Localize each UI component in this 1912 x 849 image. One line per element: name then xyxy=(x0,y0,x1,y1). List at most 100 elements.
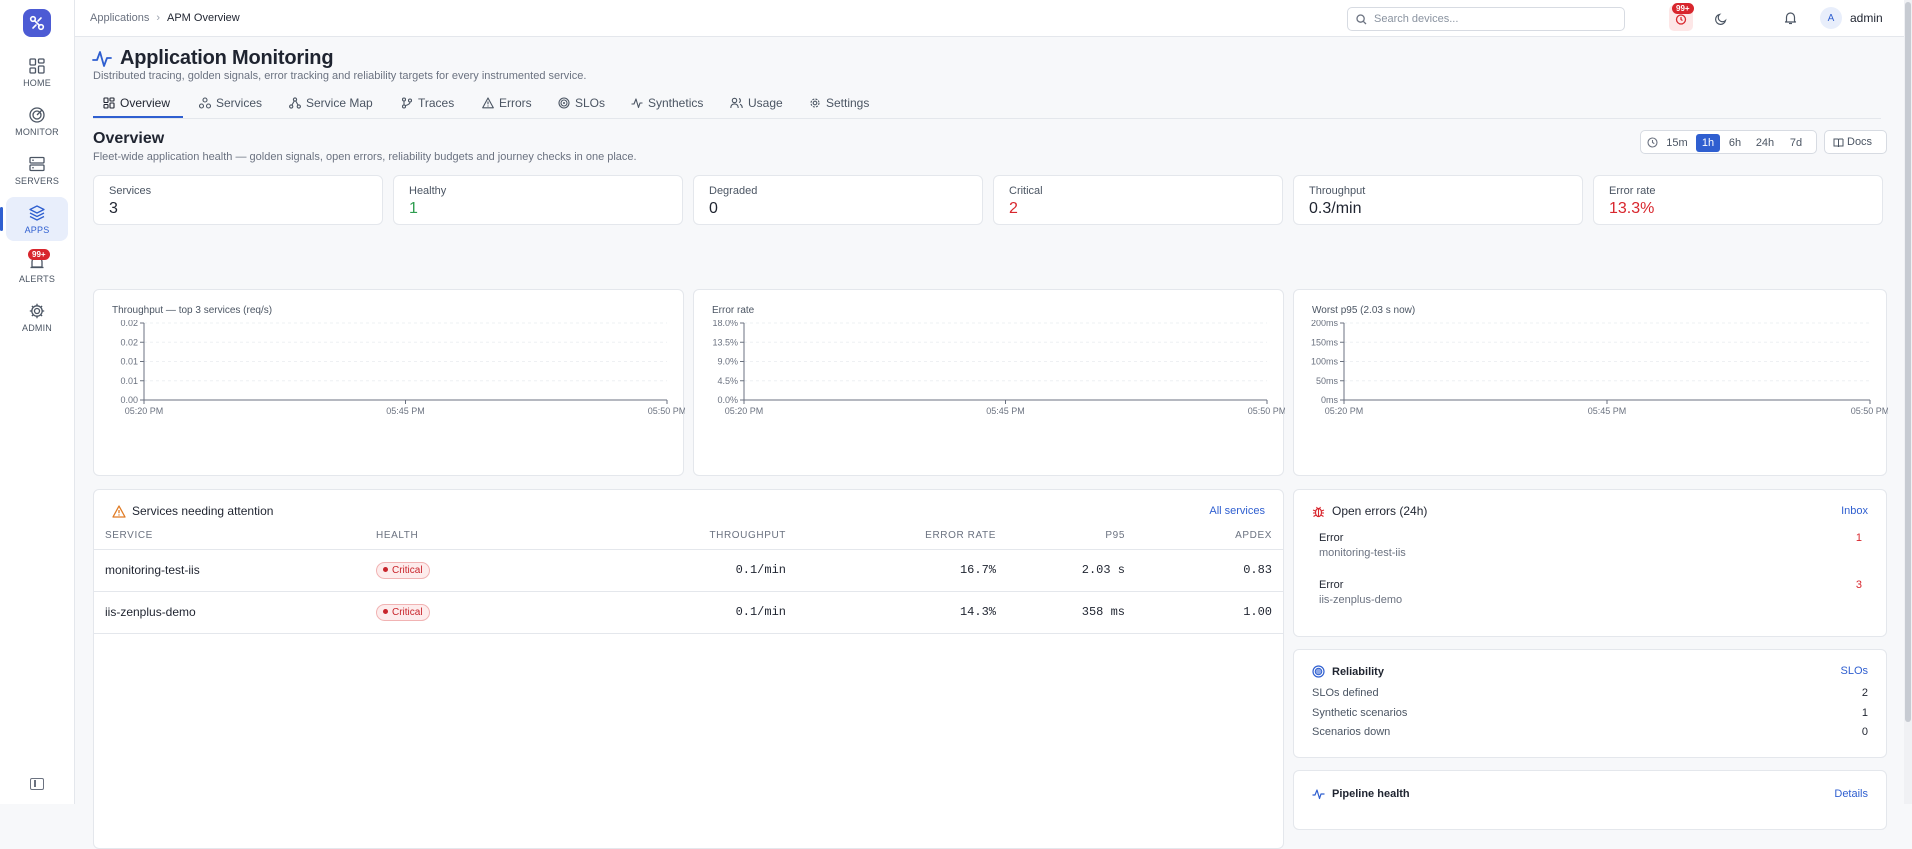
reliability-label: Scenarios down xyxy=(1312,726,1391,738)
avatar[interactable]: A xyxy=(1820,7,1842,29)
range-24h[interactable]: 24h xyxy=(1751,134,1779,152)
y-tick-label: 0.01 xyxy=(120,357,138,367)
docs-button[interactable]: Docs xyxy=(1824,130,1887,154)
moon-icon[interactable] xyxy=(1715,12,1728,25)
error-count: 3 xyxy=(1855,579,1862,591)
table-row[interactable]: iis-zenplus-demo Critical 0.1/min 14.3% … xyxy=(94,591,1283,634)
nav-apps[interactable]: APPS xyxy=(0,197,68,241)
range-1h[interactable]: 1h xyxy=(1696,134,1720,152)
layers-icon xyxy=(29,204,45,221)
column-header[interactable]: APDEX xyxy=(1125,523,1283,550)
scrollbar-thumb[interactable] xyxy=(1905,2,1911,722)
breadcrumb-applications[interactable]: Applications xyxy=(90,12,149,24)
tab-slos[interactable]: SLOs xyxy=(558,96,605,110)
kpi-value: 1 xyxy=(409,200,418,217)
nav-alerts[interactable]: 99+ ALERTS xyxy=(6,246,68,290)
details-link[interactable]: Details xyxy=(1834,788,1868,800)
tab-services[interactable]: Services xyxy=(199,96,262,110)
status-badge: Critical xyxy=(376,561,430,579)
nav-home-label: HOME xyxy=(23,77,51,88)
chart-throughput: Throughput — top 3 services (req/s) 0.02… xyxy=(93,289,685,476)
kpi-value: 0 xyxy=(709,200,718,217)
nav-home[interactable]: HOME xyxy=(6,50,68,94)
reliability-label: Synthetic scenarios xyxy=(1312,707,1408,719)
y-tick-label: 18.0% xyxy=(712,320,738,328)
all-services-link[interactable]: All services xyxy=(1209,505,1265,517)
chart-axes: 18.0% 13.5% 9.0% 4.5% 0.0%05:20 PM 05:45 PM 05… xyxy=(712,320,1285,416)
nav-monitor[interactable]: MONITOR xyxy=(6,99,68,143)
y-tick-label: 9.0% xyxy=(717,357,738,367)
status-dot-icon xyxy=(383,567,388,573)
kpi-error-rate: Error rate 13.3% xyxy=(1593,175,1883,225)
column-header[interactable]: ERROR RATE xyxy=(786,523,996,550)
table-row[interactable]: monitoring-test-iis Critical 0.1/min 16.… xyxy=(94,549,1283,592)
kpi-degraded: Degraded 0 xyxy=(693,175,983,225)
column-header[interactable]: SERVICE xyxy=(94,523,376,550)
tab-services-label: Services xyxy=(216,96,263,110)
tab-settings-label: Settings xyxy=(826,96,870,110)
reliability-label: SLOs defined xyxy=(1312,687,1379,699)
nav-alerts-label: ALERTS xyxy=(18,273,56,284)
clock-icon xyxy=(1647,137,1658,148)
warning-triangle-icon xyxy=(482,97,494,109)
chart-axes: 200ms 150ms 100ms 50ms 0ms05:20 PM 05:45 PM 05… xyxy=(1311,320,1888,416)
column-header[interactable]: P95 xyxy=(996,523,1125,550)
service-name[interactable]: iis-zenplus-demo xyxy=(94,591,376,634)
target-icon xyxy=(1312,665,1325,678)
tab-synthetics[interactable]: Synthetics xyxy=(631,96,703,110)
topbar: Applications › APM Overview xyxy=(75,0,1912,37)
error-service: monitoring-test-iis xyxy=(1319,547,1406,559)
breadcrumb-separator-icon: › xyxy=(156,12,160,24)
tab-overview[interactable]: Overview xyxy=(103,96,170,110)
y-tick-label: 4.5% xyxy=(717,376,738,386)
bell-icon[interactable] xyxy=(1784,11,1797,25)
tab-errors-label: Errors xyxy=(499,96,532,110)
error-service: iis-zenplus-demo xyxy=(1319,594,1403,606)
search-box[interactable] xyxy=(1347,7,1625,31)
kpi-label: Throughput xyxy=(1309,185,1366,197)
status-text: Critical xyxy=(392,606,423,618)
reliability-card: Reliability SLOs SLOs defined 2 Syntheti… xyxy=(1293,649,1887,758)
x-tick-label: 05:50 PM xyxy=(648,406,685,416)
app-logo[interactable] xyxy=(23,9,51,37)
health-cell: Critical xyxy=(376,591,576,634)
sidebar: HOME MONITOR SERVERS APPS 99+ ALERTS ADM… xyxy=(0,0,75,804)
tab-usage[interactable]: Usage xyxy=(730,96,783,110)
x-tick-label: 05:20 PM xyxy=(725,406,764,416)
tab-settings[interactable]: Settings xyxy=(809,96,869,110)
tab-errors[interactable]: Errors xyxy=(482,96,532,110)
y-tick-label: 150ms xyxy=(1311,337,1339,347)
service-name[interactable]: monitoring-test-iis xyxy=(94,549,376,592)
collapse-sidebar-icon[interactable] xyxy=(30,778,44,790)
nav-admin[interactable]: ADMIN xyxy=(6,295,68,339)
settings-gear-icon xyxy=(810,98,820,108)
tab-slos-label: SLOs xyxy=(575,96,606,110)
git-branch-icon xyxy=(401,97,413,109)
chart-error-rate: Error rate 18.0% 13.5% 9.0% 4.5% 0.0% 05:20 P… xyxy=(693,289,1285,476)
tab-service-map[interactable]: Service Map xyxy=(289,96,373,110)
y-tick-label: 200ms xyxy=(1311,320,1339,328)
status-text: Critical xyxy=(392,564,423,576)
tab-traces[interactable]: Traces xyxy=(401,96,454,110)
y-tick-label: 0.02 xyxy=(120,337,138,347)
slos-link[interactable]: SLOs xyxy=(1840,665,1868,677)
tab-overview-label: Overview xyxy=(120,96,171,110)
search-input[interactable] xyxy=(1374,11,1614,27)
column-header[interactable]: HEALTH xyxy=(376,523,576,550)
range-6h[interactable]: 6h xyxy=(1724,134,1746,152)
range-15m[interactable]: 15m xyxy=(1664,134,1690,152)
x-tick-label: 05:45 PM xyxy=(986,406,1025,416)
alerts-count-badge: 99+ xyxy=(1672,3,1694,14)
nav-servers[interactable]: SERVERS xyxy=(6,148,68,192)
range-7d[interactable]: 7d xyxy=(1785,134,1807,152)
error-rate-cell: 14.3% xyxy=(786,591,996,634)
tab-service-map-label: Service Map xyxy=(306,96,373,110)
inbox-link[interactable]: Inbox xyxy=(1841,505,1868,517)
kpi-value: 2 xyxy=(1009,200,1018,217)
status-badge: Critical xyxy=(376,603,430,621)
page-scrollbar[interactable] xyxy=(1904,0,1912,804)
column-header[interactable]: THROUGHPUT xyxy=(576,523,786,550)
username[interactable]: admin xyxy=(1850,11,1883,25)
reliability-value: 2 xyxy=(1861,687,1868,699)
kpi-critical: Critical 2 xyxy=(993,175,1283,225)
